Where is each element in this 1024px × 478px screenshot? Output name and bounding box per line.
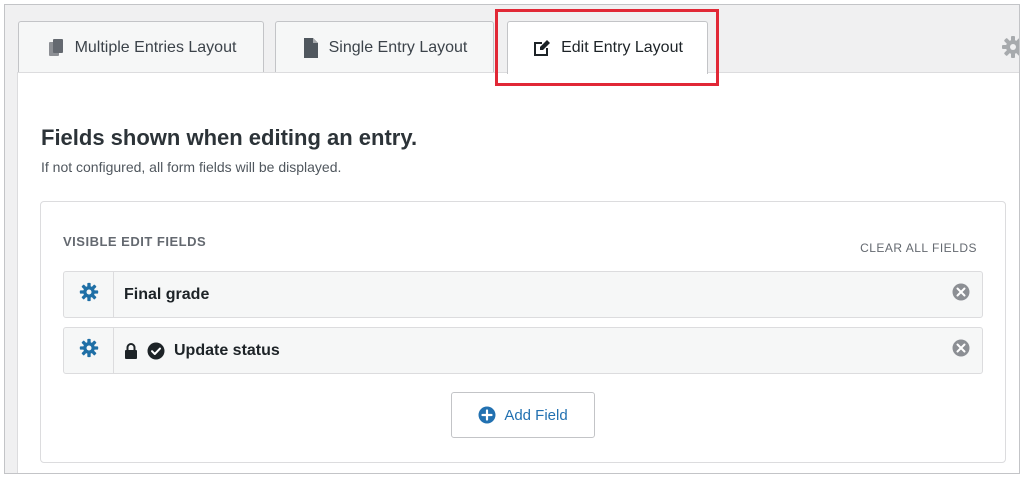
field-row-content: Final grade <box>114 286 940 304</box>
visible-edit-fields-card: VISIBLE EDIT FIELDS CLEAR ALL FIELDS Fin… <box>40 201 1006 463</box>
tab-single-entry-layout[interactable]: Single Entry Layout <box>275 21 494 73</box>
field-label: Update status <box>174 341 280 359</box>
add-field-button[interactable]: Add Field <box>451 392 595 438</box>
field-row-update-status[interactable]: Update status <box>63 327 983 374</box>
document-icon <box>302 37 320 59</box>
tab-label: Single Entry Layout <box>328 38 468 56</box>
field-settings-button[interactable] <box>64 328 114 373</box>
field-row-content: Update status <box>114 342 940 360</box>
tab-bar: Multiple Entries Layout Single Entry Lay… <box>5 5 1019 74</box>
clear-all-fields-link[interactable]: CLEAR ALL FIELDS <box>860 241 977 255</box>
copy-icon <box>46 38 66 58</box>
tab-label: Multiple Entries Layout <box>74 38 237 56</box>
close-circle-icon <box>952 339 970 362</box>
gear-icon <box>79 282 99 307</box>
close-circle-icon <box>952 283 970 306</box>
tab-multiple-entries-layout[interactable]: Multiple Entries Layout <box>18 21 264 73</box>
gear-icon[interactable] <box>1001 35 1019 64</box>
plus-circle-icon <box>478 406 496 424</box>
field-settings-button[interactable] <box>64 272 114 317</box>
page-title: Fields shown when editing an entry. <box>41 125 418 150</box>
card-title: VISIBLE EDIT FIELDS <box>63 234 207 249</box>
tab-label: Edit Entry Layout <box>561 39 683 56</box>
edit-layout-panel: Fields shown when editing an entry. If n… <box>17 72 1019 473</box>
tab-edit-entry-layout[interactable]: Edit Entry Layout <box>507 21 708 74</box>
field-label: Final grade <box>124 285 210 303</box>
check-circle-icon <box>147 342 165 360</box>
editor-frame: Multiple Entries Layout Single Entry Lay… <box>4 4 1020 474</box>
lock-icon <box>124 342 138 360</box>
remove-field-button[interactable] <box>940 272 982 317</box>
gear-icon <box>79 338 99 363</box>
page-subtitle: If not configured, all form fields will … <box>41 159 342 175</box>
remove-field-button[interactable] <box>940 328 982 373</box>
edit-icon <box>532 38 552 58</box>
add-field-label: Add Field <box>504 406 568 424</box>
field-row-final-grade[interactable]: Final grade <box>63 271 983 318</box>
